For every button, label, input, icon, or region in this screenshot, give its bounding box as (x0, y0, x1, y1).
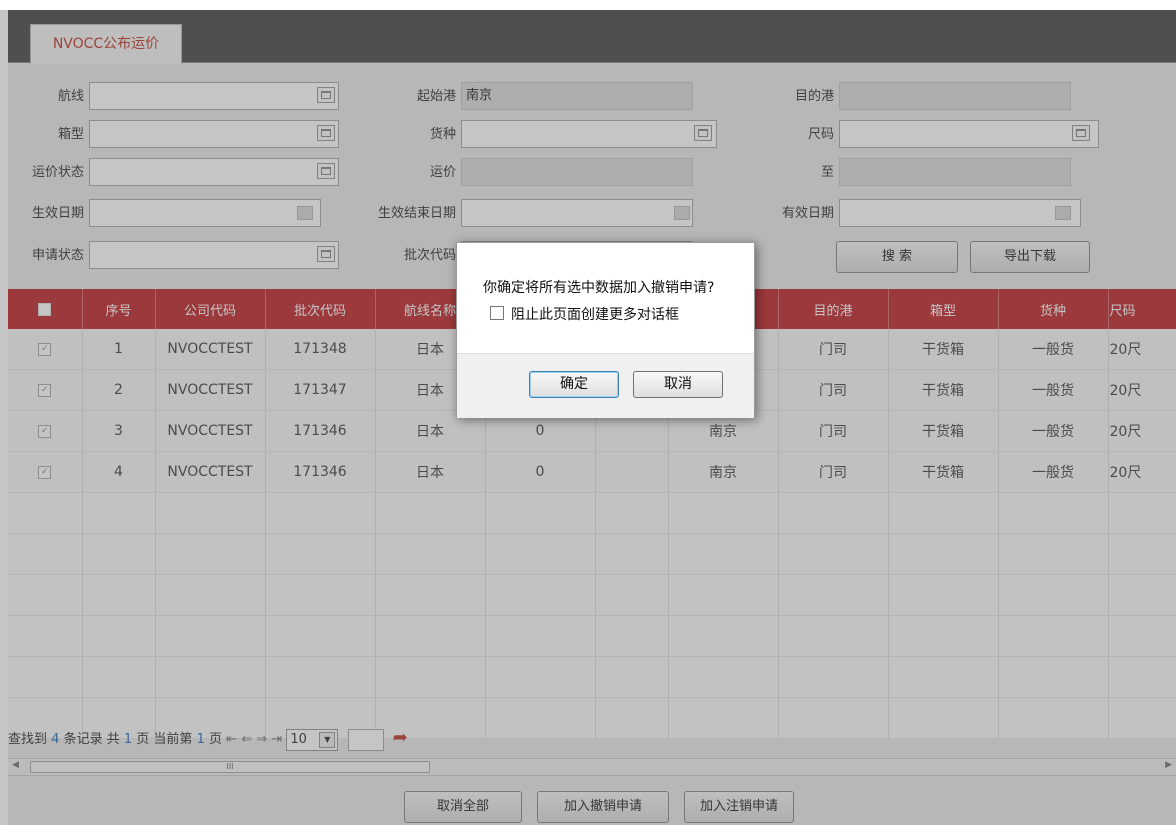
ok-button[interactable]: 确定 (529, 371, 619, 398)
window-top-strip (0, 0, 1176, 10)
confirm-dialog: 你确定将所有选中数据加入撤销申请? 阻止此页面创建更多对话框 确定 取消 (456, 242, 755, 418)
suppress-dialog-label: 阻止此页面创建更多对话框 (511, 307, 679, 323)
suppress-dialog-checkbox[interactable] (490, 306, 504, 320)
dialog-message: 你确定将所有选中数据加入撤销申请? (483, 280, 715, 296)
cancel-button[interactable]: 取消 (633, 371, 723, 398)
dialog-option[interactable]: 阻止此页面创建更多对话框 (490, 304, 679, 324)
dialog-footer: 确定 取消 (457, 353, 754, 418)
